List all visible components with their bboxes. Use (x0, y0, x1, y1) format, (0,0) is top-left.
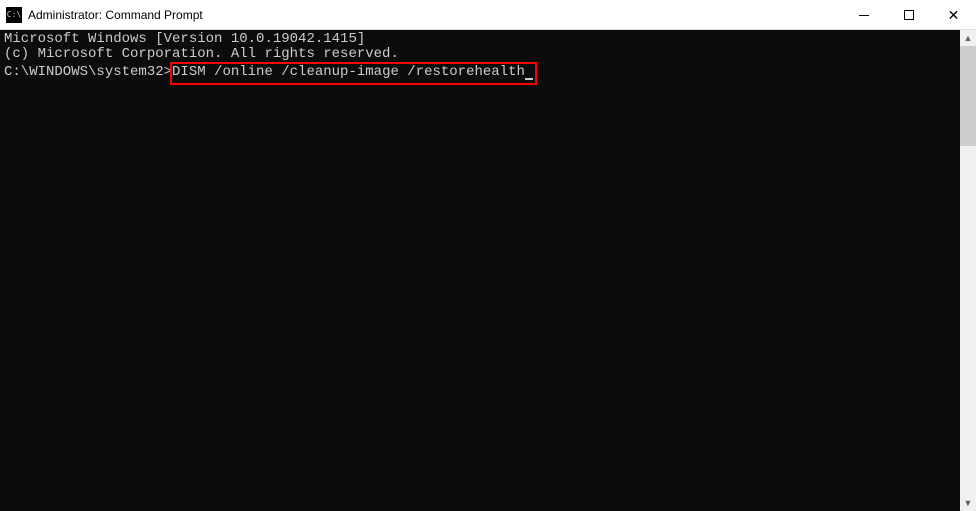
scroll-thumb[interactable] (960, 46, 976, 146)
prompt: C:\WINDOWS\system32> (4, 64, 172, 80)
command-highlight: DISM /online /cleanup-image /restoreheal… (170, 62, 537, 85)
vertical-scrollbar[interactable]: ▲ ▼ (960, 30, 976, 511)
maximize-button[interactable] (886, 0, 931, 30)
prompt-line: C:\WINDOWS\system32>DISM /online /cleanu… (4, 62, 537, 85)
scroll-down-arrow[interactable]: ▼ (960, 495, 976, 511)
scroll-up-arrow[interactable]: ▲ (960, 30, 976, 46)
command-text: DISM /online /cleanup-image /restoreheal… (172, 64, 525, 80)
close-button[interactable]: ✕ (931, 0, 976, 30)
cmd-icon-label: C:\ (7, 11, 21, 19)
minimize-button[interactable] (841, 0, 886, 30)
cursor (525, 78, 533, 80)
minimize-icon (859, 15, 869, 16)
terminal-container: Microsoft Windows [Version 10.0.19042.14… (0, 30, 976, 511)
output-line: (c) Microsoft Corporation. All rights re… (4, 47, 956, 62)
terminal-output[interactable]: Microsoft Windows [Version 10.0.19042.14… (0, 30, 960, 511)
window-controls: ✕ (841, 0, 976, 29)
cmd-icon: C:\ (6, 7, 22, 23)
title-bar: C:\ Administrator: Command Prompt ✕ (0, 0, 976, 30)
window-title: Administrator: Command Prompt (28, 8, 841, 22)
maximize-icon (904, 10, 914, 20)
close-icon: ✕ (948, 8, 960, 22)
output-line: Microsoft Windows [Version 10.0.19042.14… (4, 32, 956, 47)
